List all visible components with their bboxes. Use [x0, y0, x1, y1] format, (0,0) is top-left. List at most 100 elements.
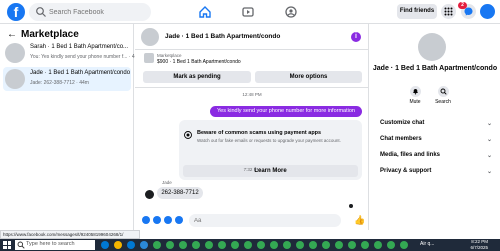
chrome-icon[interactable] — [283, 241, 291, 249]
windows-taskbar: Type here to search Air q... 8:22 PM 6/7… — [0, 239, 500, 251]
find-friends-button[interactable]: Find friends — [397, 4, 437, 19]
chat-header: Jade · 1 Bed 1 Bath Apartment/condo i — [135, 24, 369, 50]
mute-label: Mute — [409, 99, 421, 105]
sender-avatar[interactable] — [145, 190, 154, 199]
search-label: Search — [435, 99, 451, 105]
more-options-button[interactable]: More options — [255, 71, 362, 83]
file-explorer-icon[interactable] — [114, 241, 122, 249]
user-avatar[interactable] — [480, 4, 495, 19]
menu-grid-icon — [444, 7, 453, 16]
sticker-icon[interactable] — [164, 216, 172, 224]
info-icon[interactable]: i — [351, 32, 361, 42]
shield-icon — [184, 131, 192, 139]
listing-thumbnail — [5, 43, 25, 63]
chrome-icon[interactable] — [231, 241, 239, 249]
chat-members-row[interactable]: Chat members ⌄ — [380, 136, 494, 143]
plus-icon[interactable] — [142, 216, 150, 224]
marketplace-conversations-panel: ← Marketplace Sarah · 1 Bed 1 Bath Apart… — [0, 24, 139, 230]
seen-indicator — [349, 204, 353, 208]
message-timestamp: 7:32 PM — [243, 167, 261, 172]
chrome-icon[interactable] — [153, 241, 161, 249]
warning-description: Watch out for fake emails or requests to… — [197, 138, 341, 143]
chevron-down-icon: ⌄ — [486, 153, 492, 159]
chevron-down-icon: ⌄ — [486, 121, 492, 127]
message-composer: 👍 — [135, 212, 369, 230]
chrome-icon[interactable] — [348, 241, 356, 249]
chrome-icon[interactable] — [244, 241, 252, 249]
details-thumbnail — [418, 33, 446, 61]
search-action[interactable]: Search — [431, 86, 455, 105]
chevron-down-icon: ⌄ — [486, 137, 492, 143]
conversation-item-jade[interactable]: Jade · 1 Bed 1 Bath Apartment/condo Jade… — [3, 67, 131, 91]
marketplace-icon — [144, 53, 154, 63]
outgoing-message[interactable]: Yes kindly send your phone number for mo… — [210, 106, 362, 117]
windows-start-icon[interactable] — [3, 241, 11, 249]
clock-date: 6/7/2025 — [470, 245, 488, 250]
chrome-icon[interactable] — [179, 241, 187, 249]
message-input[interactable] — [189, 214, 341, 227]
chrome-icon[interactable] — [270, 241, 278, 249]
system-clock[interactable]: 8:22 PM 6/7/2025 — [458, 239, 488, 251]
listing-card: Marketplace $900 · 1 Bed 1 Bath Apartmen… — [135, 50, 369, 88]
chevron-down-icon: ⌄ — [486, 169, 492, 175]
chrome-icon[interactable] — [322, 241, 330, 249]
edge-icon[interactable] — [127, 241, 135, 249]
status-bar-url: https://www.facebook.com/messages/t/9240… — [0, 230, 140, 239]
search-input[interactable] — [49, 3, 149, 21]
customize-chat-row[interactable]: Customize chat ⌄ — [380, 120, 494, 127]
mark-as-pending-button[interactable]: Mark as pending — [143, 71, 251, 83]
search-icon — [440, 88, 447, 95]
chrome-icon[interactable] — [218, 241, 226, 249]
row-label: Chat members — [380, 136, 422, 142]
media-files-row[interactable]: Media, files and links ⌄ — [380, 152, 494, 159]
chrome-icon[interactable] — [166, 241, 174, 249]
mail-icon[interactable] — [140, 241, 148, 249]
task-view-icon[interactable] — [101, 241, 109, 249]
chat-window: Jade · 1 Bed 1 Bath Apartment/condo i Ma… — [135, 24, 369, 230]
search-icon — [36, 7, 46, 17]
chrome-icon[interactable] — [257, 241, 265, 249]
menu-button[interactable] — [441, 4, 456, 19]
facebook-logo[interactable]: f — [7, 3, 25, 21]
panel-title: Marketplace — [21, 29, 79, 40]
sender-name: Jade — [162, 180, 172, 185]
taskbar-search-placeholder: Type here to search — [26, 241, 75, 247]
chat-title[interactable]: Jade · 1 Bed 1 Bath Apartment/condo — [165, 33, 280, 40]
chrome-icon[interactable] — [361, 241, 369, 249]
conversation-item-sarah[interactable]: Sarah · 1 Bed 1 Bath Apartment/co... You… — [3, 41, 139, 65]
chrome-icon[interactable] — [296, 241, 304, 249]
chrome-icon[interactable] — [309, 241, 317, 249]
notification-badge: 2 — [458, 2, 467, 9]
details-title: Jade · 1 Bed 1 Bath Apartment/condo — [372, 65, 498, 72]
conversation-name: Sarah · 1 Bed 1 Bath Apartment/co... — [30, 44, 129, 50]
chrome-icon[interactable] — [400, 241, 408, 249]
taskbar-search[interactable]: Type here to search — [15, 240, 95, 250]
mute-action[interactable]: Mute — [403, 86, 427, 105]
row-label: Customize chat — [380, 120, 425, 126]
listing-price[interactable]: $900 · 1 Bed 1 Bath Apartment/condo — [157, 59, 241, 65]
gif-icon[interactable] — [175, 216, 183, 224]
home-icon[interactable] — [197, 4, 213, 20]
image-icon[interactable] — [153, 216, 161, 224]
search-box[interactable] — [29, 3, 151, 21]
chrome-icon[interactable] — [205, 241, 213, 249]
message-timestamp: 12:48 PM — [242, 92, 262, 97]
chrome-icon[interactable] — [192, 241, 200, 249]
video-icon[interactable] — [240, 4, 256, 20]
groups-icon[interactable] — [283, 4, 299, 20]
conversation-name: Jade · 1 Bed 1 Bath Apartment/condo — [30, 70, 131, 76]
weather-tray[interactable]: Air q... — [420, 241, 434, 247]
top-navigation-bar: f Find friends 2 — [0, 0, 500, 24]
privacy-support-row[interactable]: Privacy & support ⌄ — [380, 168, 494, 175]
search-icon — [17, 241, 25, 249]
back-arrow-icon[interactable]: ← — [7, 29, 17, 40]
chrome-icon[interactable] — [387, 241, 395, 249]
chrome-icon[interactable] — [335, 241, 343, 249]
row-label: Media, files and links — [380, 152, 441, 158]
chat-thumbnail[interactable] — [141, 28, 159, 46]
chrome-icon[interactable] — [374, 241, 382, 249]
like-icon[interactable]: 👍 — [354, 215, 365, 226]
conversation-snippet: Jade: 262-388-7712 · 44m — [30, 80, 89, 86]
row-label: Privacy & support — [380, 168, 432, 174]
incoming-message[interactable]: 262-388-7712 — [157, 187, 203, 199]
